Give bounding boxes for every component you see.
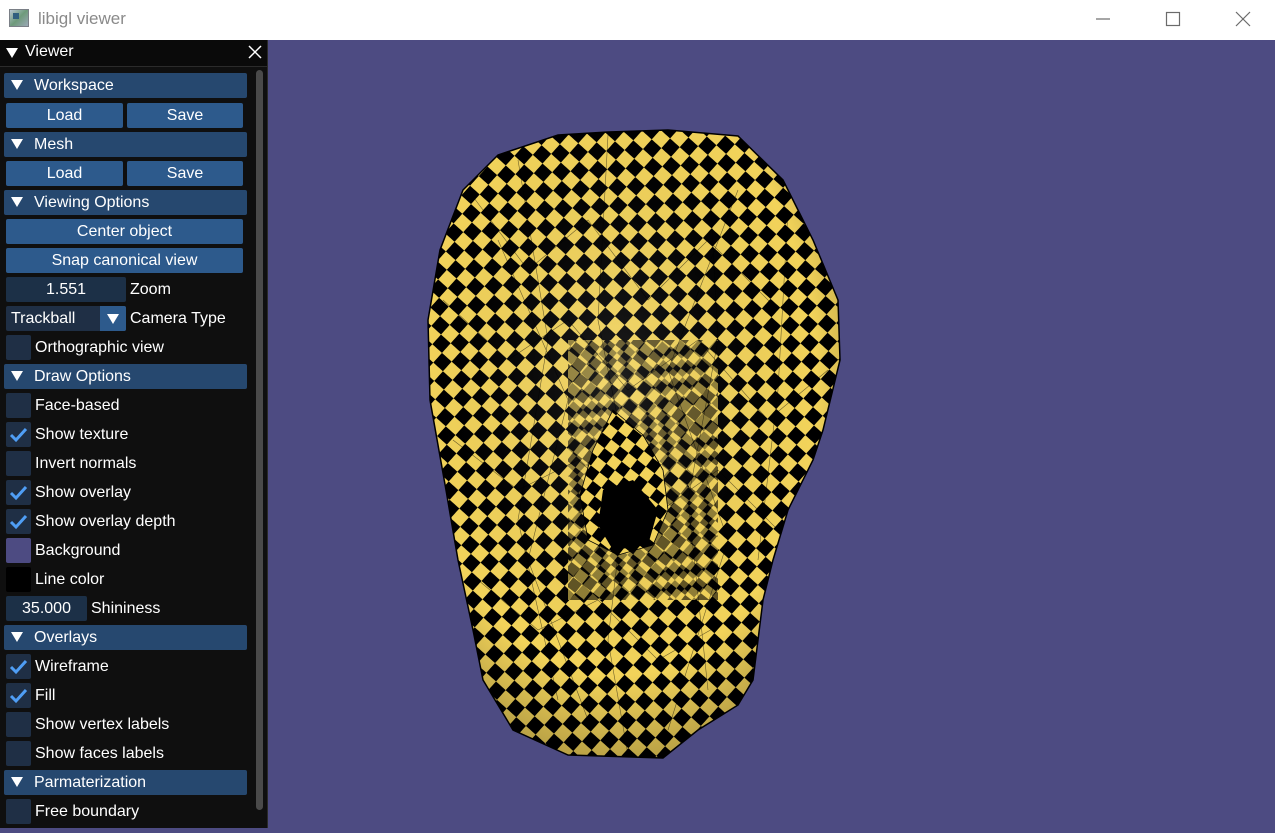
panel-scrollbar-thumb[interactable]	[256, 70, 263, 810]
parameterization-label: Parmaterization	[34, 774, 147, 791]
fill-label: Fill	[35, 687, 56, 704]
mesh-expanded-icon	[11, 139, 23, 149]
line-color-swatch[interactable]	[6, 567, 31, 592]
wireframe-checkbox[interactable]	[6, 654, 31, 679]
param-expanded-icon	[11, 777, 23, 787]
mesh-header[interactable]: Mesh	[4, 132, 247, 157]
draw-options-label: Draw Options	[34, 368, 131, 385]
zoom-input[interactable]: 1.551	[6, 277, 126, 302]
mesh-render[interactable]	[268, 40, 1275, 828]
background-color-swatch[interactable]	[6, 538, 31, 563]
workspace-expanded-icon	[11, 80, 23, 90]
minimize-button[interactable]	[1080, 0, 1126, 38]
free-boundary-checkbox[interactable]	[6, 799, 31, 824]
parameterization-header[interactable]: Parmaterization	[4, 770, 247, 795]
overlays-expanded-icon	[11, 632, 23, 642]
draw-expanded-icon	[11, 371, 23, 381]
invert-normals-label: Invert normals	[35, 455, 137, 472]
orthographic-view-checkbox[interactable]	[6, 335, 31, 360]
background-label: Background	[35, 542, 121, 559]
viewing-options-header[interactable]: Viewing Options	[4, 190, 247, 215]
panel-close-icon[interactable]	[246, 43, 264, 61]
3d-viewport[interactable]	[268, 40, 1275, 828]
show-overlay-depth-label: Show overlay depth	[35, 513, 176, 530]
show-overlay-checkbox[interactable]	[6, 480, 31, 505]
invert-normals-checkbox[interactable]	[6, 451, 31, 476]
show-faces-labels-label: Show faces labels	[35, 745, 164, 762]
show-overlay-label: Show overlay	[35, 484, 132, 501]
workspace-save-button[interactable]: Save	[127, 103, 243, 128]
mesh-load-button[interactable]: Load	[6, 161, 123, 186]
close-window-button[interactable]	[1220, 0, 1266, 38]
app-icon	[9, 9, 29, 27]
free-boundary-label: Free boundary	[35, 803, 140, 820]
line-color-label: Line color	[35, 571, 105, 588]
camera-type-select[interactable]: Trackball	[6, 306, 126, 331]
viewing-options-label: Viewing Options	[34, 194, 150, 211]
show-vertex-labels-checkbox[interactable]	[6, 712, 31, 737]
mesh-header-label: Mesh	[34, 136, 74, 153]
checkmark-icon	[9, 659, 28, 675]
camera-type-label: Camera Type	[130, 310, 226, 327]
checkmark-icon	[9, 427, 28, 443]
workspace-load-button[interactable]: Load	[6, 103, 123, 128]
panel-title: Viewer	[25, 43, 74, 60]
collapse-triangle-icon[interactable]	[6, 48, 18, 58]
viewing-expanded-icon	[11, 197, 23, 207]
camera-type-value: Trackball	[11, 310, 76, 327]
shininess-input[interactable]: 35.000	[6, 596, 87, 621]
maximize-icon	[1165, 11, 1181, 27]
chevron-down-icon[interactable]	[100, 306, 126, 331]
orthographic-view-label: Orthographic view	[35, 339, 164, 356]
checkmark-icon	[9, 514, 28, 530]
snap-canonical-view-button[interactable]: Snap canonical view	[6, 248, 243, 273]
mesh-save-button[interactable]: Save	[127, 161, 243, 186]
shininess-label: Shininess	[91, 600, 161, 617]
window-title-bar: libigl viewer	[0, 0, 1275, 40]
face-based-checkbox[interactable]	[6, 393, 31, 418]
maximize-button[interactable]	[1150, 0, 1196, 38]
fill-checkbox[interactable]	[6, 683, 31, 708]
show-overlay-depth-checkbox[interactable]	[6, 509, 31, 534]
checkmark-icon	[9, 485, 28, 501]
show-texture-checkbox[interactable]	[6, 422, 31, 447]
workspace-header[interactable]: Workspace	[4, 73, 247, 98]
zoom-label: Zoom	[130, 281, 171, 298]
checkmark-icon	[9, 688, 28, 704]
center-object-button[interactable]: Center object	[6, 219, 243, 244]
show-texture-label: Show texture	[35, 426, 129, 443]
show-faces-labels-checkbox[interactable]	[6, 741, 31, 766]
workspace-header-label: Workspace	[34, 77, 114, 94]
window-title: libigl viewer	[38, 9, 126, 28]
wireframe-label: Wireframe	[35, 658, 109, 675]
show-vertex-labels-label: Show vertex labels	[35, 716, 170, 733]
overlays-label: Overlays	[34, 629, 98, 646]
panel-title-bar[interactable]: Viewer	[0, 40, 267, 67]
minimize-icon	[1096, 18, 1110, 20]
close-icon	[1235, 11, 1251, 27]
overlays-header[interactable]: Overlays	[4, 625, 247, 650]
face-based-label: Face-based	[35, 397, 120, 414]
viewer-panel: Viewer Workspace Load Save Mesh Load Sav…	[0, 40, 268, 828]
draw-options-header[interactable]: Draw Options	[4, 364, 247, 389]
